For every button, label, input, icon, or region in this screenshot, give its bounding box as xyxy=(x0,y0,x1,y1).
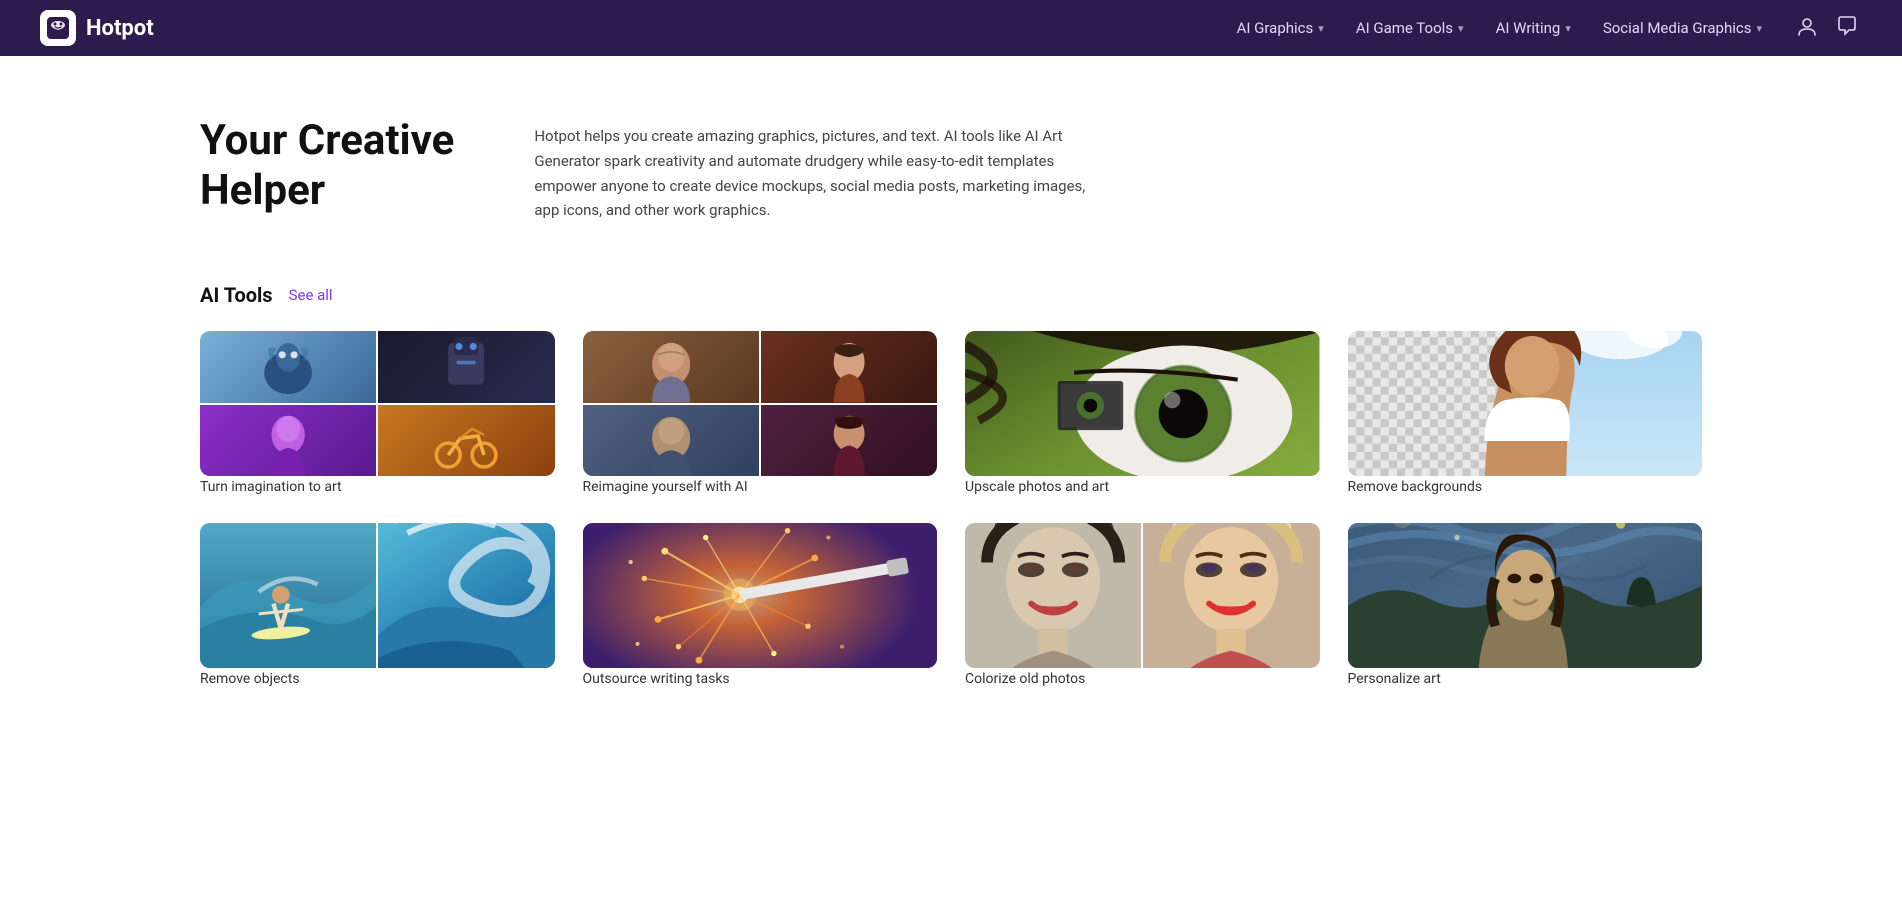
tool-image-reimagine xyxy=(583,331,938,476)
tool-image-upscale xyxy=(965,331,1320,476)
tools-header: AI Tools See all xyxy=(200,283,1702,307)
tool-label-reimagine: Reimagine yourself with AI xyxy=(583,479,748,495)
navbar: Hotpot AI Graphics ▾ AI Game Tools ▾ AI … xyxy=(0,0,1902,56)
chevron-down-icon: ▾ xyxy=(1458,22,1464,35)
chevron-down-icon: ▾ xyxy=(1318,22,1324,35)
hero-title: Your Creative Helper xyxy=(200,116,454,217)
tool-card-remove-obj[interactable]: Remove objects xyxy=(200,523,555,687)
tool-card-writing[interactable]: Outsource writing tasks xyxy=(583,523,938,687)
tools-section: AI Tools See all xyxy=(0,263,1902,747)
tools-section-title: AI Tools xyxy=(200,283,273,307)
chevron-down-icon: ▾ xyxy=(1565,22,1571,35)
tool-label-remove-bg: Remove backgrounds xyxy=(1348,479,1483,495)
see-all-link[interactable]: See all xyxy=(289,286,333,304)
tool-image-remove-obj xyxy=(200,523,555,668)
tool-label-colorize: Colorize old photos xyxy=(965,671,1085,687)
hero-section: Your Creative Helper Hotpot helps you cr… xyxy=(0,56,1902,263)
tool-label-remove-obj: Remove objects xyxy=(200,671,300,687)
tool-label-upscale: Upscale photos and art xyxy=(965,479,1109,495)
tool-image-personalize xyxy=(1348,523,1703,668)
nav-icons xyxy=(1792,11,1862,46)
hero-title-block: Your Creative Helper xyxy=(200,116,454,217)
tool-card-reimagine[interactable]: Reimagine yourself with AI xyxy=(583,331,938,495)
nav-item-social-media[interactable]: Social Media Graphics ▾ xyxy=(1589,11,1776,45)
logo-icon xyxy=(40,10,76,46)
tool-image-writing xyxy=(583,523,938,668)
tool-image-remove-bg xyxy=(1348,331,1703,476)
hero-description: Hotpot helps you create amazing graphics… xyxy=(534,124,1094,223)
tool-label-imagination: Turn imagination to art xyxy=(200,479,342,495)
tool-card-colorize[interactable]: Colorize old photos xyxy=(965,523,1320,687)
user-icon[interactable] xyxy=(1792,11,1822,46)
logo-text: Hotpot xyxy=(86,16,154,41)
logo-link[interactable]: Hotpot xyxy=(40,10,154,46)
nav-item-ai-writing[interactable]: AI Writing ▾ xyxy=(1482,11,1585,45)
nav-item-ai-graphics[interactable]: AI Graphics ▾ xyxy=(1223,11,1338,45)
tool-card-remove-bg[interactable]: Remove backgrounds xyxy=(1348,331,1703,495)
tool-card-imagination[interactable]: Turn imagination to art xyxy=(200,331,555,495)
tool-label-writing: Outsource writing tasks xyxy=(583,671,730,687)
chat-icon[interactable] xyxy=(1832,11,1862,46)
tool-label-personalize: Personalize art xyxy=(1348,671,1441,687)
nav-item-ai-game-tools[interactable]: AI Game Tools ▾ xyxy=(1342,11,1478,45)
nav-links: AI Graphics ▾ AI Game Tools ▾ AI Writing… xyxy=(1223,11,1776,45)
tool-image-colorize xyxy=(965,523,1320,668)
tools-grid: Turn imagination to art xyxy=(200,331,1702,687)
tool-image-imagination xyxy=(200,331,555,476)
tool-card-personalize[interactable]: Personalize art xyxy=(1348,523,1703,687)
hero-description-block: Hotpot helps you create amazing graphics… xyxy=(534,116,1702,223)
chevron-down-icon: ▾ xyxy=(1756,22,1762,35)
tool-card-upscale[interactable]: Upscale photos and art xyxy=(965,331,1320,495)
